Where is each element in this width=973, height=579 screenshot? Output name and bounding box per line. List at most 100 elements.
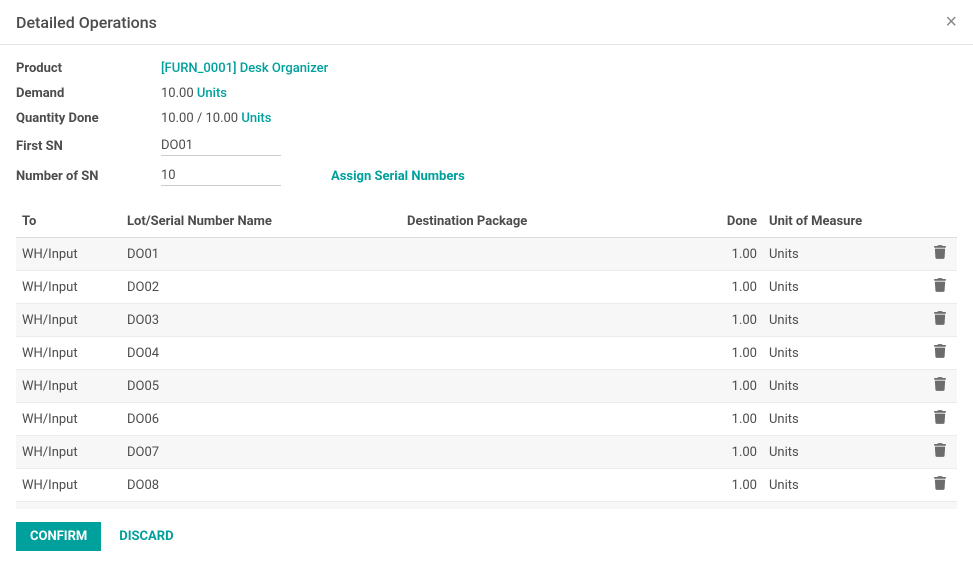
- table-row[interactable]: WH/InputDO05 1.00Units: [16, 370, 957, 403]
- table-row[interactable]: WH/InputDO03 1.00Units: [16, 304, 957, 337]
- cell-to[interactable]: WH/Input: [16, 337, 121, 370]
- cell-done[interactable]: 1.00: [703, 403, 763, 436]
- table-row[interactable]: WH/InputDO08 1.00Units: [16, 469, 957, 502]
- cell-dest[interactable]: [401, 238, 703, 271]
- trash-icon[interactable]: [934, 377, 946, 391]
- cell-done[interactable]: 1.00: [703, 337, 763, 370]
- cell-lot[interactable]: DO04: [121, 337, 401, 370]
- cell-trash: [923, 304, 957, 337]
- cell-dest[interactable]: [401, 304, 703, 337]
- row-product: Product [FURN_0001] Desk Organizer: [16, 61, 957, 76]
- cell-done[interactable]: 1.00: [703, 238, 763, 271]
- table-row[interactable]: WH/InputDO04 1.00Units: [16, 337, 957, 370]
- cell-trash: [923, 403, 957, 436]
- cell-done[interactable]: 1.00: [703, 304, 763, 337]
- demand-qty: 10.00: [161, 86, 194, 101]
- trash-icon[interactable]: [934, 410, 946, 424]
- cell-done[interactable]: 1.00: [703, 370, 763, 403]
- trash-icon[interactable]: [934, 245, 946, 259]
- qty-done-text: 10.00 / 10.00: [161, 111, 238, 126]
- row-demand: Demand 10.00 Units: [16, 86, 957, 101]
- cell-dest[interactable]: [401, 271, 703, 304]
- input-first-sn[interactable]: [161, 136, 281, 156]
- table-row[interactable]: WH/InputDO09 1.00Units: [16, 502, 957, 510]
- cell-lot[interactable]: DO02: [121, 271, 401, 304]
- cell-to[interactable]: WH/Input: [16, 502, 121, 510]
- cell-dest[interactable]: [401, 436, 703, 469]
- modal-header: Detailed Operations ×: [0, 0, 973, 45]
- table-row[interactable]: WH/InputDO02 1.00Units: [16, 271, 957, 304]
- cell-uom[interactable]: Units: [763, 304, 923, 337]
- cell-trash: [923, 436, 957, 469]
- label-demand: Demand: [16, 86, 161, 101]
- cell-to[interactable]: WH/Input: [16, 271, 121, 304]
- form-section: Product [FURN_0001] Desk Organizer Deman…: [16, 61, 957, 186]
- cell-trash: [923, 238, 957, 271]
- cell-to[interactable]: WH/Input: [16, 436, 121, 469]
- cell-uom[interactable]: Units: [763, 469, 923, 502]
- modal-body: Product [FURN_0001] Desk Organizer Deman…: [0, 45, 973, 509]
- value-demand: 10.00 Units: [161, 86, 227, 101]
- demand-units[interactable]: Units: [197, 86, 227, 101]
- label-num-sn: Number of SN: [16, 169, 161, 184]
- cell-lot[interactable]: DO06: [121, 403, 401, 436]
- cell-uom[interactable]: Units: [763, 271, 923, 304]
- trash-icon[interactable]: [934, 311, 946, 325]
- cell-lot[interactable]: DO05: [121, 370, 401, 403]
- cell-trash: [923, 271, 957, 304]
- label-first-sn: First SN: [16, 139, 161, 154]
- cell-to[interactable]: WH/Input: [16, 304, 121, 337]
- cell-uom[interactable]: Units: [763, 502, 923, 510]
- table-row[interactable]: WH/InputDO07 1.00Units: [16, 436, 957, 469]
- trash-icon[interactable]: [934, 476, 946, 490]
- cell-done[interactable]: 1.00: [703, 469, 763, 502]
- cell-lot[interactable]: DO07: [121, 436, 401, 469]
- cell-dest[interactable]: [401, 337, 703, 370]
- trash-icon[interactable]: [934, 443, 946, 457]
- cell-lot[interactable]: DO09: [121, 502, 401, 510]
- cell-dest[interactable]: [401, 403, 703, 436]
- cell-dest[interactable]: [401, 469, 703, 502]
- th-lot[interactable]: Lot/Serial Number Name: [121, 206, 401, 238]
- cell-to[interactable]: WH/Input: [16, 370, 121, 403]
- cell-lot[interactable]: DO03: [121, 304, 401, 337]
- cell-done[interactable]: 1.00: [703, 502, 763, 510]
- cell-to[interactable]: WH/Input: [16, 403, 121, 436]
- th-dest[interactable]: Destination Package: [401, 206, 703, 238]
- cell-dest[interactable]: [401, 370, 703, 403]
- cell-uom[interactable]: Units: [763, 238, 923, 271]
- table-row[interactable]: WH/InputDO06 1.00Units: [16, 403, 957, 436]
- confirm-button[interactable]: Confirm: [16, 522, 101, 551]
- th-uom[interactable]: Unit of Measure: [763, 206, 923, 238]
- table-row[interactable]: WH/InputDO01 1.00Units: [16, 238, 957, 271]
- label-product: Product: [16, 61, 161, 76]
- cell-dest[interactable]: [401, 502, 703, 510]
- cell-done[interactable]: 1.00: [703, 271, 763, 304]
- cell-uom[interactable]: Units: [763, 436, 923, 469]
- label-qty-done: Quantity Done: [16, 111, 161, 126]
- modal-footer: Confirm Discard: [0, 509, 973, 563]
- th-done[interactable]: Done: [703, 206, 763, 238]
- close-button[interactable]: ×: [945, 12, 957, 32]
- assign-serial-numbers-link[interactable]: Assign Serial Numbers: [331, 169, 465, 184]
- th-trash: [923, 206, 957, 238]
- value-product[interactable]: [FURN_0001] Desk Organizer: [161, 61, 328, 76]
- th-to[interactable]: To: [16, 206, 121, 238]
- cell-trash: [923, 469, 957, 502]
- modal-title: Detailed Operations: [16, 13, 157, 32]
- qty-done-units[interactable]: Units: [241, 111, 271, 126]
- cell-lot[interactable]: DO08: [121, 469, 401, 502]
- discard-button[interactable]: Discard: [105, 522, 187, 551]
- cell-lot[interactable]: DO01: [121, 238, 401, 271]
- cell-to[interactable]: WH/Input: [16, 469, 121, 502]
- cell-uom[interactable]: Units: [763, 403, 923, 436]
- input-num-sn[interactable]: [161, 166, 281, 186]
- row-first-sn: First SN: [16, 136, 957, 156]
- cell-done[interactable]: 1.00: [703, 436, 763, 469]
- cell-uom[interactable]: Units: [763, 370, 923, 403]
- cell-to[interactable]: WH/Input: [16, 238, 121, 271]
- trash-icon[interactable]: [934, 344, 946, 358]
- cell-uom[interactable]: Units: [763, 337, 923, 370]
- row-qty-done: Quantity Done 10.00 / 10.00 Units: [16, 111, 957, 126]
- trash-icon[interactable]: [934, 278, 946, 292]
